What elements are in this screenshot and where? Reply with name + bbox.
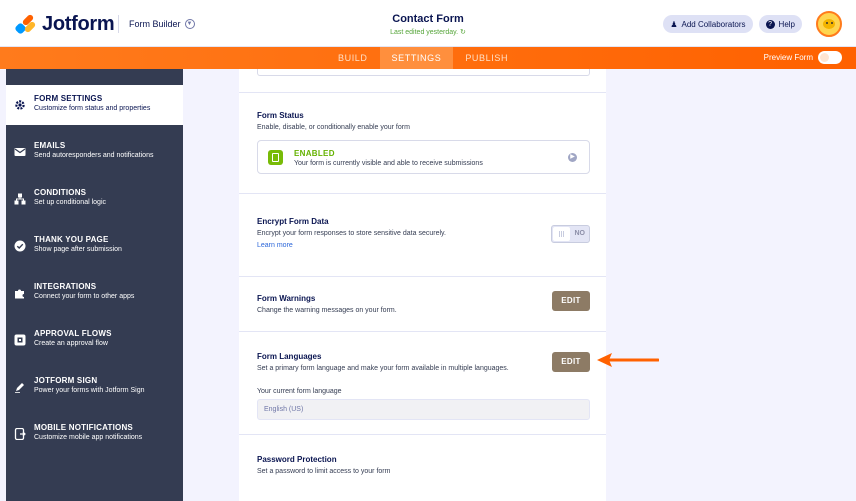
avatar[interactable] [816,11,842,37]
avatar-face [823,19,835,29]
encrypt-section: Encrypt Form Data Encrypt your form resp… [239,194,606,277]
sidebar-item-emails[interactable]: EMAILS Send autoresponders and notificat… [6,132,183,172]
edit-languages-button[interactable]: EDIT [552,352,590,372]
sidebar-item-desc: Customize form status and properties [34,105,151,112]
sidebar-item-mobile-notifications[interactable]: MOBILE NOTIFICATIONS Customize mobile ap… [6,414,183,454]
gear-icon [15,100,25,110]
user-icon: ♟ [670,19,678,29]
check-circle-icon [14,240,26,252]
approval-icon [14,334,26,346]
toggle-label: NO [574,230,586,237]
status-desc: Your form is currently visible and able … [294,160,483,167]
sidebar-item-desc: Send autoresponders and notifications [34,152,154,159]
form-warnings-section: Form Warnings Change the warning message… [239,277,606,332]
enabled-icon [268,150,283,165]
tab-build[interactable]: BUILD [326,47,380,69]
conditions-icon [14,193,26,205]
sidebar-item-approval-flows[interactable]: APPROVAL FLOWS Create an approval flow [6,320,183,360]
sidebar-item-title: THANK YOU PAGE [34,235,109,244]
envelope-icon [14,148,26,156]
section-desc: Encrypt your form responses to store sen… [257,230,446,237]
add-collaborators-button[interactable]: ♟ Add Collaborators [663,15,753,33]
previous-section [239,69,606,93]
section-title: Form Status [257,111,304,120]
sidebar-item-desc: Power your forms with Jotform Sign [34,387,145,394]
preview-form-control[interactable]: Preview Form [764,51,842,64]
form-status-selector[interactable]: ENABLED Your form is currently visible a… [257,140,590,174]
section-desc: Set a password to limit access to your f… [257,468,391,475]
sidebar-item-title: INTEGRATIONS [34,282,97,291]
last-edited-text: Last edited yesterday. [390,29,459,36]
sidebar-item-thank-you-page[interactable]: THANK YOU PAGE Show page after submissio… [6,226,183,266]
section-title: Encrypt Form Data [257,217,329,226]
builder-nav-bar: BUILD SETTINGS PUBLISH Preview Form [0,47,856,69]
sidebar-item-desc: Customize mobile app notifications [34,434,143,441]
chevron-right-icon: ▶ [568,153,577,162]
avatar-eye [826,22,828,24]
status-label: ENABLED [294,149,335,158]
sidebar-item-integrations[interactable]: INTEGRATIONS Connect your form to other … [6,273,183,313]
current-language-label: Your current form language [257,388,342,395]
form-status-section: Form Status Enable, disable, or conditio… [239,93,606,194]
sidebar-item-desc: Create an approval flow [34,340,108,347]
sidebar-item-jotform-sign[interactable]: JOTFORM SIGN Power your forms with Jotfo… [6,367,183,407]
preview-form-toggle[interactable] [818,51,842,64]
sidebar-item-desc: Set up conditional logic [34,199,106,206]
avatar-eye [831,22,833,24]
toggle-knob [553,227,570,241]
top-right-actions: ♟ Add Collaborators ? Help [663,11,842,37]
refresh-icon: ↻ [460,29,466,36]
section-desc: Enable, disable, or conditionally enable… [257,124,410,131]
mobile-icon [14,428,26,440]
section-title: Password Protection [257,455,337,464]
sidebar-item-desc: Show page after submission [34,246,122,253]
section-title: Form Warnings [257,294,316,303]
help-label: Help [778,19,795,29]
sidebar-item-title: APPROVAL FLOWS [34,329,112,338]
password-protection-section: Password Protection Set a password to li… [239,435,606,501]
settings-sidebar: FORM SETTINGS Customize form status and … [6,69,183,501]
edit-warnings-button[interactable]: EDIT [552,291,590,311]
top-bar: Jotform Form Builder ▼ Contact Form Last… [0,0,856,47]
section-desc: Change the warning messages on your form… [257,307,397,314]
tab-publish[interactable]: PUBLISH [453,47,520,69]
form-settings-panel: Form Status Enable, disable, or conditio… [239,69,606,501]
sidebar-item-desc: Connect your form to other apps [34,293,135,300]
sidebar-item-title: CONDITIONS [34,188,87,197]
question-icon: ? [765,19,775,29]
encrypt-toggle[interactable]: NO [551,225,590,243]
arrow-left-icon [597,353,659,367]
preview-form-label: Preview Form [763,53,813,62]
sidebar-item-title: EMAILS [34,141,66,150]
section-title: Form Languages [257,352,322,361]
section-desc: Set a primary form language and make you… [257,365,509,372]
help-button[interactable]: ? Help [758,15,802,33]
sidebar-item-conditions[interactable]: CONDITIONS Set up conditional logic [6,179,183,219]
sidebar-item-form-settings[interactable]: FORM SETTINGS Customize form status and … [6,85,183,125]
sidebar-item-title: FORM SETTINGS [34,94,103,103]
puzzle-icon [15,289,24,299]
current-language-field[interactable]: English (US) [257,399,590,420]
sidebar-item-title: JOTFORM SIGN [34,376,98,385]
add-collaborators-label: Add Collaborators [681,19,746,29]
sidebar-item-title: MOBILE NOTIFICATIONS [34,423,133,432]
form-languages-section: Form Languages Set a primary form langua… [239,332,606,435]
learn-more-link[interactable]: Learn more [257,242,293,249]
pen-icon [15,383,24,393]
builder-tabs: BUILD SETTINGS PUBLISH [326,47,520,69]
tab-settings[interactable]: SETTINGS [379,47,454,69]
